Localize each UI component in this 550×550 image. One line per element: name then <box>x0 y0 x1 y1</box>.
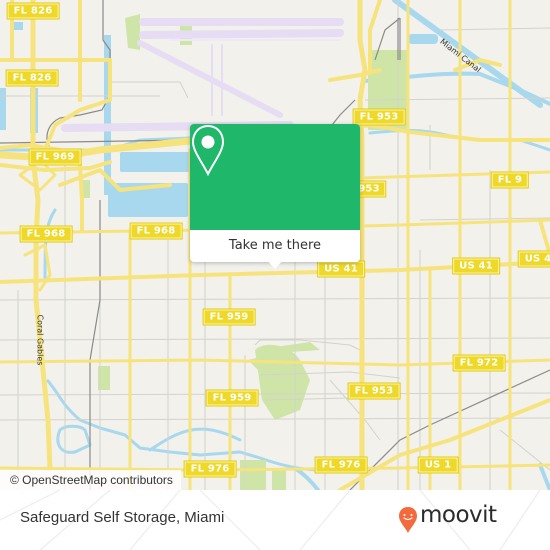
coral-gables-canal-label: Coral Gables <box>35 314 45 366</box>
map[interactable]: Miami Canal Coral Gables FL 826 FL 826 F… <box>0 0 550 490</box>
road-shield: FL 976 <box>315 457 367 473</box>
road-shield: FL 968 <box>20 226 72 242</box>
moovit-pin-icon <box>399 507 417 533</box>
map-attribution[interactable]: © OpenStreetMap contributors <box>0 470 181 490</box>
road-shield: US 4 <box>518 251 550 267</box>
map-pin-icon <box>191 124 225 177</box>
road-shield: US 41 <box>318 261 364 277</box>
road-shield: US 41 <box>453 258 499 274</box>
footer: Safeguard Self Storage, Miami moovit <box>0 490 550 550</box>
take-me-there-button[interactable]: Take me there <box>190 230 360 262</box>
road-shield: FL 972 <box>453 355 505 371</box>
place-name: Safeguard Self Storage, Miami <box>20 509 225 526</box>
road-shield: FL 953 <box>353 109 405 125</box>
moovit-wordmark: moovit <box>420 502 497 528</box>
location-popup[interactable]: Take me there <box>190 124 360 269</box>
road-shield: FL 976 <box>184 461 236 477</box>
popup-pointer <box>267 260 283 269</box>
road-shield: FL 959 <box>203 309 255 325</box>
road-shield: FL 953 <box>348 383 400 399</box>
road-shield: FL 9 <box>491 172 529 188</box>
road-shield: FL 826 <box>7 3 59 19</box>
road-shield: FL 826 <box>6 70 58 86</box>
road-shield: US 1 <box>418 457 458 473</box>
popup-header <box>190 124 360 230</box>
road-shield: FL 968 <box>130 223 182 239</box>
road-shield: FL 969 <box>29 149 81 165</box>
road-shield: FL 959 <box>206 390 258 406</box>
